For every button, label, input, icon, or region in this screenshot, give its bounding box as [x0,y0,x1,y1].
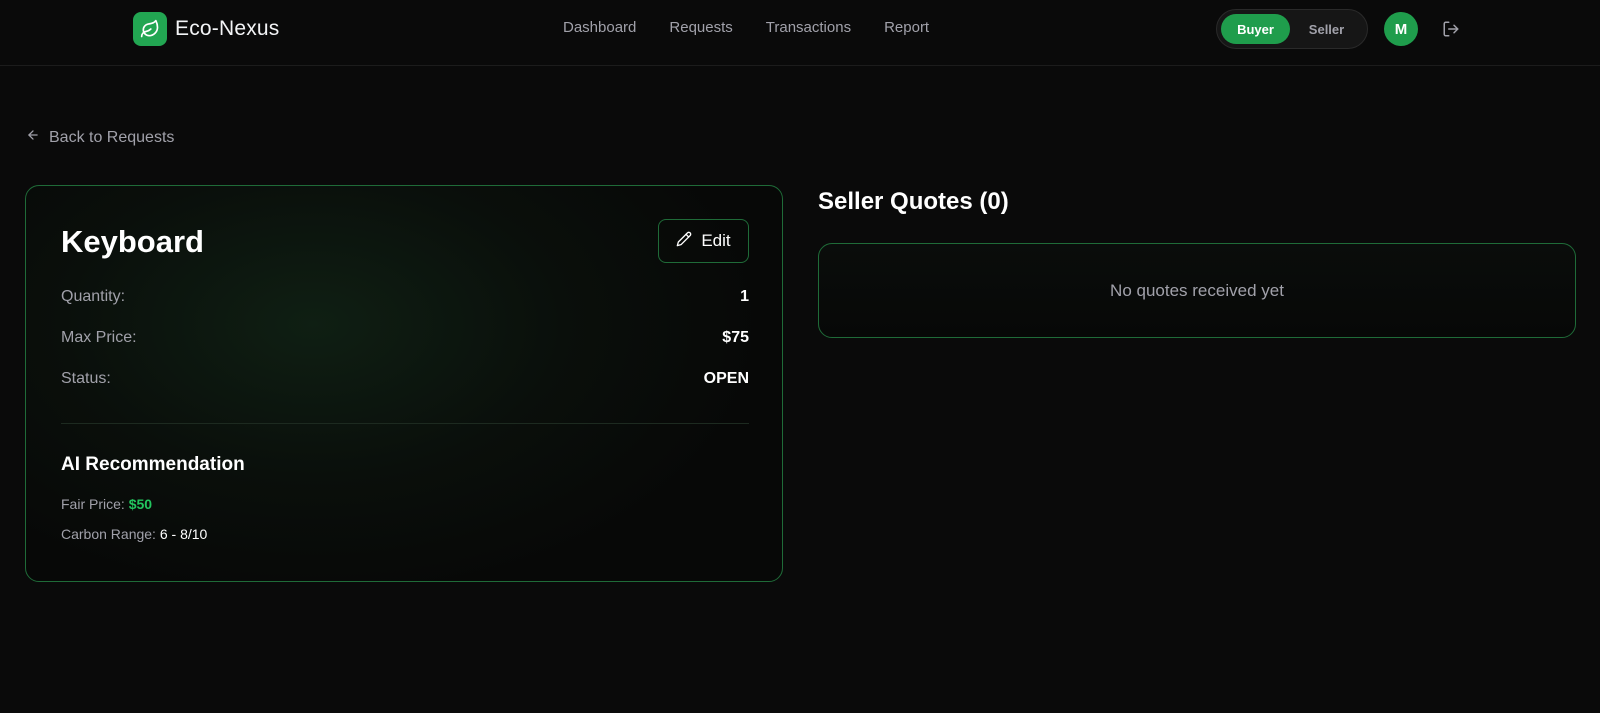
max-price-label: Max Price: [61,329,137,346]
fair-price-value: $50 [128,496,153,512]
quantity-value: 1 [740,288,749,305]
logout-icon[interactable] [1442,20,1460,38]
brand-name: Eco-Nexus [175,17,280,40]
edit-button[interactable]: Edit [658,219,749,263]
carbon-range-label: Carbon Range: [61,526,156,542]
divider [61,423,749,424]
nav-dashboard[interactable]: Dashboard [563,19,636,36]
seller-quotes-panel: No quotes received yet [818,243,1576,338]
max-price-row: Max Price: $75 [61,329,749,347]
role-toggle: Buyer Seller [1216,9,1368,49]
nav-requests[interactable]: Requests [669,19,732,36]
carbon-range-line: Carbon Range: 6 - 8/10 [61,526,207,542]
nav-report[interactable]: Report [884,19,929,36]
status-row: Status: OPEN [61,370,749,388]
main-nav: Dashboard Requests Transactions Report [563,19,929,36]
back-to-requests-link[interactable]: Back to Requests [26,128,174,147]
status-label: Status: [61,370,111,387]
request-details-card: Keyboard Edit Quantity: 1 Max Price: $75… [25,185,783,582]
fair-price-label: Fair Price: [61,496,125,512]
pencil-icon [676,231,692,252]
back-link-label: Back to Requests [49,128,175,146]
leaf-icon [133,12,167,46]
quantity-label: Quantity: [61,288,126,305]
nav-transactions[interactable]: Transactions [766,19,851,36]
fair-price-line: Fair Price: $50 [61,496,152,512]
user-avatar[interactable]: M [1384,12,1418,46]
no-quotes-message: No quotes received yet [1110,280,1284,300]
status-value: OPEN [703,370,749,387]
arrow-left-icon [26,128,40,147]
brand[interactable]: Eco-Nexus [133,12,280,46]
carbon-range-value: 6 - 8/10 [159,526,208,542]
edit-button-label: Edit [701,231,731,250]
buyer-role-button[interactable]: Buyer [1221,14,1291,44]
request-title: Keyboard [61,224,204,259]
seller-role-button[interactable]: Seller [1290,14,1363,44]
seller-quotes-title: Seller Quotes (0) [818,188,1009,215]
ai-recommendation-title: AI Recommendation [61,454,245,475]
quantity-row: Quantity: 1 [61,288,749,306]
top-navigation-bar: Eco-Nexus Dashboard Requests Transaction… [0,0,1600,66]
max-price-value: $75 [722,329,749,346]
